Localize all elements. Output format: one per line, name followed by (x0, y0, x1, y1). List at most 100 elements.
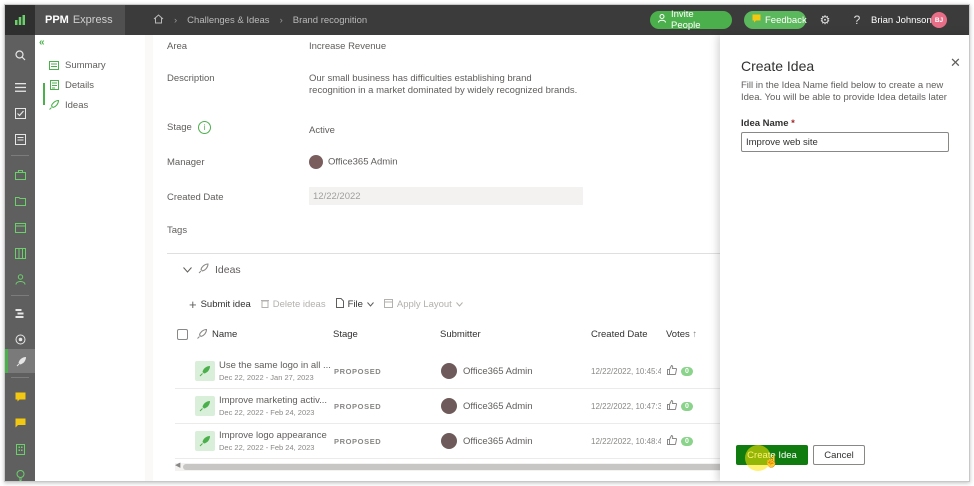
idea-icon (195, 396, 215, 416)
portfolio-icon[interactable] (5, 163, 35, 187)
create-idea-panel: Create Idea ✕ Fill in the Idea Name fiel… (720, 35, 969, 481)
chevron-down-icon[interactable] (183, 264, 192, 276)
column-header-created-date[interactable]: Created Date (591, 329, 648, 340)
scroll-left-icon[interactable]: ◀ (175, 461, 180, 469)
idea-submitter: Office365 Admin (441, 398, 533, 414)
sort-ascending-icon: ↑ (692, 329, 698, 340)
help-icon[interactable]: ? (849, 12, 865, 28)
idea-votes: 0 (667, 399, 693, 412)
idea-name-input[interactable] (741, 132, 949, 152)
area-value[interactable]: Increase Revenue (309, 41, 386, 53)
app-logo-icon[interactable] (5, 5, 35, 35)
description-label: Description (167, 73, 215, 84)
close-icon[interactable]: ✕ (950, 55, 961, 71)
tasks-icon[interactable] (5, 101, 35, 125)
subnav-label: Summary (65, 59, 106, 71)
people-icon[interactable] (5, 267, 35, 291)
collapse-nav-icon[interactable]: « (39, 37, 45, 48)
thumbs-up-icon[interactable] (667, 399, 678, 412)
subnav-label: Ideas (65, 99, 89, 111)
board-icon[interactable] (5, 241, 35, 265)
manager-value-row[interactable]: Office365 Admin (309, 155, 398, 169)
lightbulb-icon[interactable] (5, 463, 35, 481)
idea-name[interactable]: Use the same logo in all ... (219, 360, 331, 371)
file-menu-button[interactable]: File (335, 298, 374, 311)
horizontal-scrollbar[interactable]: ◀ (175, 461, 727, 471)
thumbs-up-icon[interactable] (667, 364, 678, 377)
ideas-section-header[interactable]: Ideas (183, 263, 241, 277)
info-icon[interactable]: i (197, 121, 211, 134)
submit-idea-label: Submit idea (200, 299, 251, 310)
rail-divider (11, 295, 29, 296)
file-label: File (347, 299, 363, 310)
invite-people-button[interactable]: Invite People (650, 9, 732, 31)
chevron-down-icon (455, 299, 463, 310)
column-header-votes[interactable]: Votes ↑ (666, 329, 697, 340)
delete-ideas-button[interactable]: Delete ideas (260, 299, 326, 311)
feedback-label: Feedback (765, 14, 807, 26)
required-marker: * (791, 118, 795, 129)
breadcrumb: › Challenges & Ideas › Brand recognition (153, 5, 367, 35)
user-name[interactable]: Brian Johnson (871, 5, 932, 35)
idea-submitter: Office365 Admin (441, 433, 533, 449)
message-icon[interactable] (5, 411, 35, 435)
subnav-item-details[interactable]: Details (49, 77, 94, 93)
avatar (309, 155, 323, 169)
hamburger-menu-icon[interactable] (5, 75, 35, 99)
subnav-item-ideas[interactable]: Ideas (49, 97, 88, 113)
delete-ideas-label: Delete ideas (272, 299, 326, 310)
invite-label: Invite People (671, 9, 701, 31)
avatar[interactable]: BJ (931, 12, 947, 28)
column-header-submitter[interactable]: Submitter (440, 329, 481, 340)
idea-dates: Dec 22, 2022 - Jan 27, 2023 (219, 373, 314, 382)
report-icon[interactable] (5, 127, 35, 151)
gear-icon[interactable]: ⚙ (817, 12, 833, 28)
subnav-active-indicator (43, 83, 45, 105)
ideas-rocket-icon[interactable] (5, 349, 35, 373)
search-icon[interactable] (5, 43, 35, 67)
ideas-toolbar: + Submit idea Delete ideas File Apply La… (189, 297, 463, 312)
roadmap-icon[interactable] (5, 301, 35, 325)
created-date-label: Created Date (167, 192, 224, 203)
trash-icon (260, 299, 269, 311)
strategy-icon[interactable] (5, 327, 35, 351)
table-row[interactable]: Improve marketing activ... Dec 22, 2022 … (175, 390, 727, 424)
idea-votes: 0 (667, 434, 693, 447)
tags-label: Tags (167, 225, 188, 236)
subnav-item-summary[interactable]: Summary (49, 57, 106, 73)
cancel-button[interactable]: Cancel (813, 445, 865, 465)
chat-icon[interactable] (5, 385, 35, 409)
vote-count-badge: 0 (681, 401, 693, 411)
chevron-down-icon (367, 299, 374, 310)
column-header-name[interactable]: Name (212, 329, 237, 340)
breadcrumb-item[interactable]: Challenges & Ideas (187, 15, 269, 26)
chevron-right-icon: › (279, 14, 283, 26)
idea-created-date: 12/22/2022, 10:45:40 (591, 367, 661, 376)
breadcrumb-item[interactable]: Brand recognition (293, 15, 367, 26)
folder-icon[interactable] (5, 189, 35, 213)
idea-votes: 0 (667, 364, 693, 377)
thumbs-up-icon[interactable] (667, 434, 678, 447)
manager-value: Office365 Admin (328, 156, 398, 168)
table-row[interactable]: Improve logo appearance Dec 22, 2022 - F… (175, 425, 727, 459)
feedback-button[interactable]: Feedback (744, 11, 807, 29)
rocket-icon (198, 263, 209, 277)
building-icon[interactable] (5, 437, 35, 461)
idea-name[interactable]: Improve logo appearance (219, 430, 327, 441)
description-value[interactable]: Our small business has difficulties esta… (309, 73, 579, 97)
scrollbar-thumb[interactable] (183, 464, 727, 470)
submit-idea-button[interactable]: + Submit idea (189, 297, 251, 312)
idea-icon (195, 431, 215, 451)
brand-title[interactable]: PPM Express (35, 5, 125, 35)
calendar-icon[interactable] (5, 215, 35, 239)
idea-name[interactable]: Improve marketing activ... (219, 395, 327, 406)
avatar (441, 433, 457, 449)
select-all-checkbox[interactable] (177, 329, 188, 340)
idea-icon (195, 361, 215, 381)
home-icon[interactable] (153, 13, 164, 27)
column-header-stage[interactable]: Stage (333, 329, 358, 340)
table-row[interactable]: Use the same logo in all ... Dec 22, 202… (175, 355, 727, 389)
section-divider (167, 253, 727, 254)
stage-value[interactable]: Active (309, 125, 335, 137)
apply-layout-button[interactable]: Apply Layout (383, 298, 463, 311)
